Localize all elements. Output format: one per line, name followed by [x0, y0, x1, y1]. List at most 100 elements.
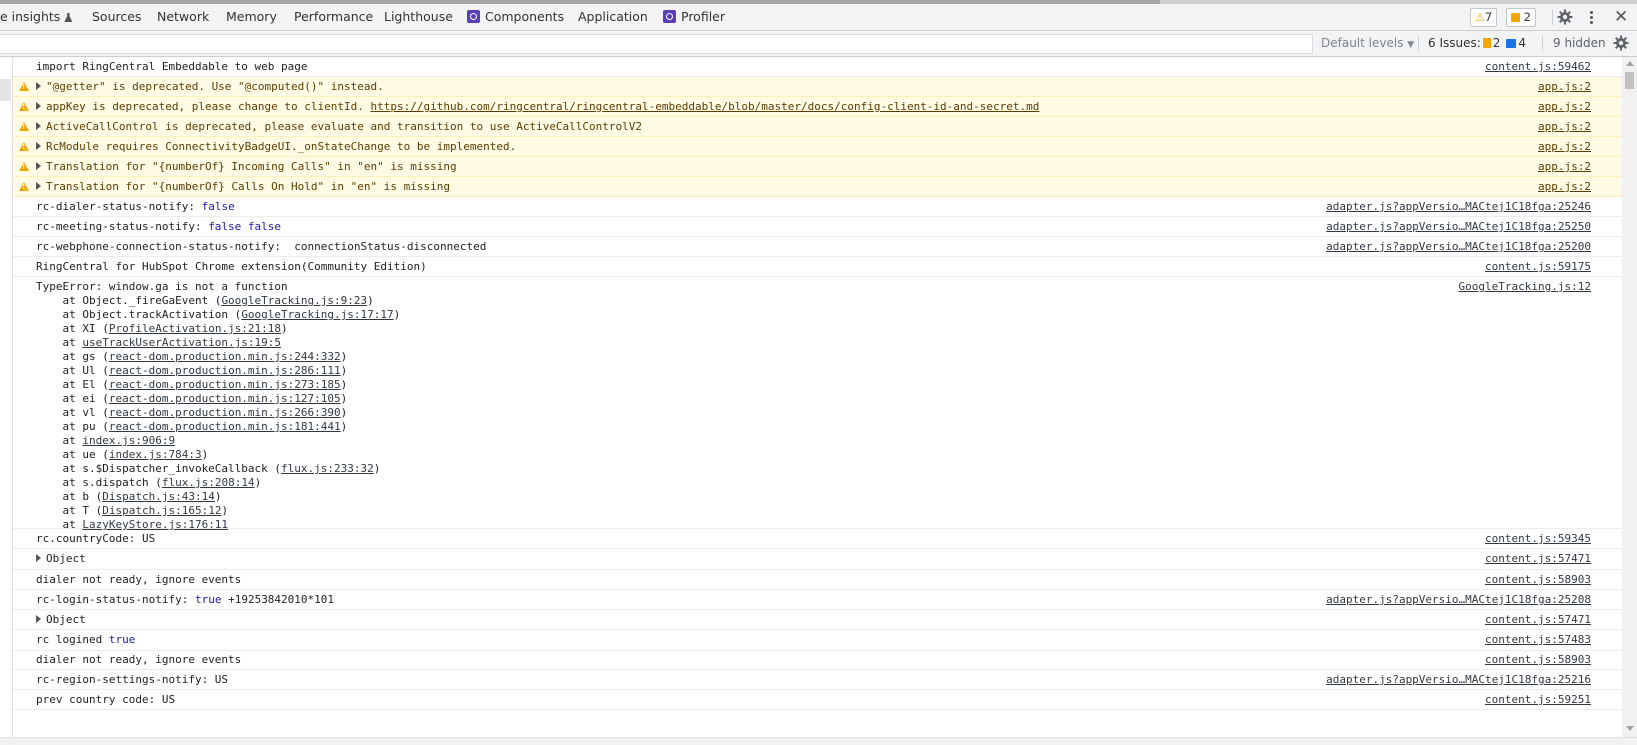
tab-performance[interactable]: Performance: [294, 4, 373, 30]
stack-frame-link[interactable]: index.js:784:3: [109, 448, 202, 461]
stack-frame-link[interactable]: react-dom.production.min.js:127:105: [109, 392, 341, 405]
scrollbar-thumb[interactable]: [1625, 72, 1634, 89]
source-link[interactable]: GoogleTracking.js:12: [1459, 280, 1591, 294]
stack-frame-link[interactable]: GoogleTracking.js:9:23: [221, 294, 367, 307]
source-link[interactable]: content.js:58903: [1485, 651, 1591, 669]
tab-application[interactable]: Application: [578, 4, 648, 30]
stack-frame-link[interactable]: react-dom.production.min.js:181:441: [109, 420, 341, 433]
source-link[interactable]: content.js:59175: [1485, 257, 1591, 276]
tab-profiler[interactable]: Profiler: [663, 4, 725, 30]
log-text: RcModule requires ConnectivityBadgeUI._o…: [46, 140, 517, 153]
log-message: rc.countryCode: US: [36, 529, 155, 548]
tab-sources[interactable]: Sources: [92, 4, 141, 30]
tab-network[interactable]: Network: [157, 4, 209, 30]
source-link[interactable]: app.js:2: [1538, 77, 1591, 96]
source-link[interactable]: content.js:58903: [1485, 570, 1591, 589]
expand-arrow-icon[interactable]: [36, 102, 41, 110]
vertical-scrollbar[interactable]: [1622, 57, 1637, 737]
more-options-icon[interactable]: [1590, 11, 1594, 25]
close-devtools-icon[interactable]: ✕: [1614, 8, 1628, 26]
source-link[interactable]: adapter.js?appVersio…MACtej1C18fga:25216: [1326, 670, 1591, 689]
console-log-row[interactable]: rc-meeting-status-notify: false false ada…: [13, 217, 1622, 237]
source-link[interactable]: adapter.js?appVersio…MACtej1C18fga:25246: [1326, 197, 1591, 216]
stack-frame-link[interactable]: react-dom.production.min.js:244:332: [109, 350, 341, 363]
console-log-row[interactable]: rc.countryCode: US content.js:59345: [13, 529, 1622, 549]
expand-arrow-icon[interactable]: [36, 142, 41, 150]
console-log-row[interactable]: RingCentral for HubSpot Chrome extension…: [13, 257, 1622, 277]
log-levels-dropdown[interactable]: Default levels ▼: [1321, 31, 1414, 58]
console-log-row[interactable]: prev country code: US content.js:59251: [13, 690, 1622, 710]
expand-arrow-icon[interactable]: [36, 82, 41, 90]
stack-frame-link[interactable]: index.js:906:9: [82, 434, 175, 447]
source-link[interactable]: content.js:57483: [1485, 630, 1591, 650]
console-log-row[interactable]: rc logined true content.js:57483: [13, 630, 1622, 651]
console-warning-row[interactable]: "@getter" is deprecated. Use "@computed(…: [13, 77, 1622, 97]
console-log-row[interactable]: Object content.js:57471: [13, 610, 1622, 630]
log-levels-label: Default levels: [1321, 36, 1404, 50]
expand-arrow-icon[interactable]: [36, 162, 41, 170]
console-log-row[interactable]: rc-webphone-connection-status-notify: co…: [13, 237, 1622, 257]
source-link[interactable]: adapter.js?appVersio…MACtej1C18fga:25250: [1326, 217, 1591, 236]
expand-arrow-icon[interactable]: [36, 182, 41, 190]
stack-frame-link[interactable]: ProfileActivation.js:21:18: [109, 322, 281, 335]
console-error-row[interactable]: TypeError: window.ga is not a function a…: [13, 277, 1622, 531]
console-warning-row[interactable]: appKey is deprecated, please change to c…: [13, 97, 1622, 117]
stack-frame: at index.js:906:9: [36, 434, 400, 448]
scroll-down-icon[interactable]: [1626, 726, 1634, 731]
stack-frame-link[interactable]: react-dom.production.min.js:273:185: [109, 378, 341, 391]
source-link[interactable]: app.js:2: [1538, 157, 1591, 176]
source-link[interactable]: app.js:2: [1538, 117, 1591, 136]
source-link[interactable]: content.js:57471: [1485, 549, 1591, 569]
console-log-area[interactable]: import RingCentral Embeddable to web pag…: [0, 57, 1622, 737]
console-log-row[interactable]: import RingCentral Embeddable to web pag…: [13, 57, 1622, 77]
log-url-link[interactable]: https://github.com/ringcentral/ringcentr…: [371, 100, 1040, 113]
tab-label: Performance: [294, 9, 374, 24]
stack-frame-link[interactable]: flux.js:208:14: [162, 476, 255, 489]
scroll-up-icon[interactable]: [1626, 61, 1634, 66]
source-link[interactable]: content.js:59462: [1485, 57, 1591, 76]
console-warning-row[interactable]: RcModule requires ConnectivityBadgeUI._o…: [13, 137, 1622, 157]
log-text: rc-webphone-connection-status-notify: co…: [36, 240, 487, 253]
messages-count: 2: [1523, 10, 1531, 24]
console-warning-row[interactable]: ActiveCallControl is deprecated, please …: [13, 117, 1622, 137]
expand-arrow-icon[interactable]: [36, 554, 41, 562]
console-log-row[interactable]: rc-dialer-status-notify: false adapter.js…: [13, 197, 1622, 217]
tab-label: Memory: [226, 9, 277, 24]
warnings-counter[interactable]: ⚠7: [1470, 8, 1498, 27]
expand-arrow-icon[interactable]: [36, 615, 41, 623]
expand-arrow-icon[interactable]: [36, 122, 41, 130]
stack-frame-link[interactable]: Dispatch.js:43:14: [102, 490, 215, 503]
tab-lighthouse[interactable]: Lighthouse: [384, 4, 453, 30]
console-warning-row[interactable]: Translation for "{numberOf} Incoming Cal…: [13, 157, 1622, 177]
console-settings-gear-icon[interactable]: [1613, 35, 1629, 51]
stack-frame-link[interactable]: react-dom.production.min.js:286:111: [109, 364, 341, 377]
stack-frame-link[interactable]: GoogleTracking.js:17:17: [241, 308, 393, 321]
source-link[interactable]: content.js:59345: [1485, 529, 1591, 548]
console-log-row[interactable]: dialer not ready, ignore events content.j…: [13, 570, 1622, 590]
settings-gear-icon[interactable]: [1557, 9, 1573, 25]
source-link[interactable]: adapter.js?appVersio…MACtej1C18fga:25200: [1326, 237, 1591, 256]
console-log-row[interactable]: rc-region-settings-notify: US adapter.js?…: [13, 670, 1622, 690]
stack-frame-link[interactable]: react-dom.production.min.js:266:390: [109, 406, 341, 419]
stack-frame-link[interactable]: flux.js:233:32: [281, 462, 374, 475]
source-link[interactable]: app.js:2: [1538, 137, 1591, 156]
tab-performance-insights[interactable]: e insights: [0, 4, 73, 30]
console-log-row[interactable]: dialer not ready, ignore events content.j…: [13, 651, 1622, 670]
source-link[interactable]: app.js:2: [1538, 177, 1591, 196]
source-link[interactable]: adapter.js?appVersio…MACtej1C18fga:25208: [1326, 590, 1591, 609]
issues-button[interactable]: 6 Issues: 2 4: [1428, 31, 1526, 56]
console-warning-row[interactable]: Translation for "{numberOf} Calls On Hol…: [13, 177, 1622, 197]
stack-frame-link[interactable]: Dispatch.js:165:12: [102, 504, 221, 517]
source-link[interactable]: app.js:2: [1538, 97, 1591, 116]
issues-warning-count: 2: [1492, 36, 1501, 50]
console-log-row[interactable]: Object content.js:57471: [13, 549, 1622, 570]
source-link[interactable]: content.js:59251: [1485, 690, 1591, 709]
messages-counter[interactable]: 2: [1506, 8, 1536, 27]
console-filter-input[interactable]: [0, 34, 1313, 54]
source-link[interactable]: content.js:57471: [1485, 610, 1591, 629]
stack-frame-text: ): [340, 350, 348, 363]
stack-frame-link[interactable]: useTrackUserActivation.js:19:5: [82, 336, 281, 349]
tab-components[interactable]: Components: [467, 4, 564, 30]
console-log-row[interactable]: rc-login-status-notify: true +1925384201…: [13, 590, 1622, 610]
tab-memory[interactable]: Memory: [226, 4, 277, 30]
